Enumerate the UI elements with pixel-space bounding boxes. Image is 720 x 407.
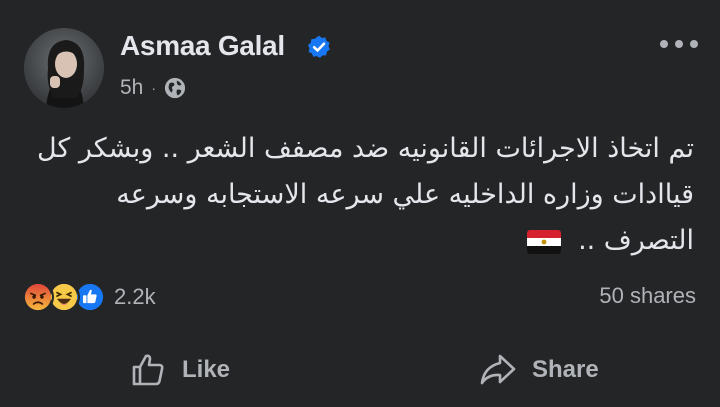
angry-reaction-icon xyxy=(22,281,54,313)
share-arrow-icon xyxy=(480,354,516,385)
post-meta: 5h · xyxy=(120,76,186,100)
facebook-post: Asmaa Galal 5h · تم اتخاذ الاجرائات القا… xyxy=(0,0,720,407)
author-avatar[interactable] xyxy=(24,28,104,108)
egypt-flag-icon xyxy=(527,229,562,254)
verified-badge-icon xyxy=(307,35,330,58)
like-button[interactable]: Like xyxy=(128,350,230,390)
reaction-count: 2.2k xyxy=(114,284,156,309)
post-text-line-last: التصرف .. xyxy=(34,218,694,264)
meta-separator: · xyxy=(151,80,157,96)
more-options-icon[interactable] xyxy=(660,36,700,52)
action-bar: Like Share xyxy=(0,340,720,400)
shares-count[interactable]: 50 shares xyxy=(599,283,696,309)
post-text: تم اتخاذ الاجرائات القانونيه ضد مصفف الش… xyxy=(34,126,694,264)
post-text-line: تم اتخاذ الاجرائات القانونيه ضد مصفف الش… xyxy=(36,133,694,164)
author-name[interactable]: Asmaa Galal xyxy=(120,30,285,62)
like-label: Like xyxy=(182,356,231,383)
post-time[interactable]: 5h xyxy=(120,76,143,100)
globe-icon xyxy=(164,77,186,99)
reactions-summary[interactable]: 2.2k xyxy=(22,281,156,313)
post-text-line: التصرف .. xyxy=(578,225,694,256)
post-text-line: قياادات وزاره الداخليه علي سرعه الاستجاب… xyxy=(116,179,694,210)
thumbs-up-icon xyxy=(132,354,164,386)
share-label: Share xyxy=(532,356,599,383)
share-button[interactable]: Share xyxy=(478,350,599,390)
